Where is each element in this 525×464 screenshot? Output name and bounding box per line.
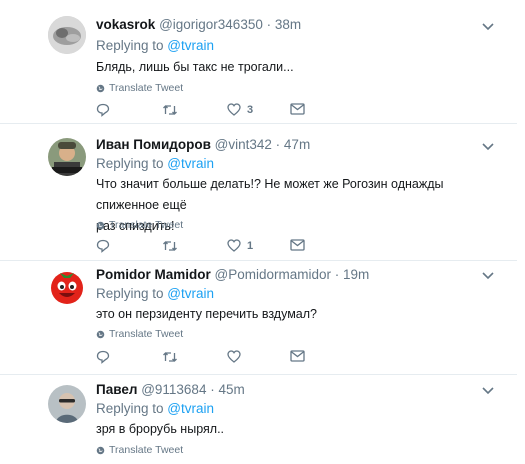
avatar[interactable] bbox=[48, 16, 86, 54]
retweet-icon bbox=[163, 105, 177, 115]
user-name[interactable]: Иван Помидоров bbox=[96, 137, 211, 152]
timestamp[interactable]: 19m bbox=[343, 267, 369, 282]
avatar-image bbox=[48, 267, 86, 305]
reply-icon bbox=[96, 103, 110, 117]
tweet[interactable]: Pomidor Mamidor @Pomidormamidor · 19m Re… bbox=[0, 261, 517, 375]
user-handle[interactable]: @Pomidormamidor bbox=[215, 267, 331, 282]
retweet-icon bbox=[163, 241, 177, 251]
tweet-feed: vokasrok @igorigor346350 · 38m Replying … bbox=[0, 0, 525, 464]
like-icon bbox=[227, 239, 241, 252]
chevron-down-icon[interactable] bbox=[481, 271, 495, 281]
user-handle[interactable]: @9113684 bbox=[141, 382, 206, 397]
replying-to: Replying to @tvrain bbox=[96, 156, 214, 171]
timestamp[interactable]: 45m bbox=[218, 382, 244, 397]
tweet-text-line: зря в брорубь нырял.. bbox=[96, 422, 225, 436]
separator: · bbox=[331, 267, 344, 282]
tweet-text: Блядь, лишь бы такс не трогали... bbox=[96, 57, 506, 78]
tweet-text-line: это он перзиденту перечить вздумал? bbox=[96, 307, 317, 321]
tweet[interactable]: Иван Помидоров @vint342 · 47m Replying t… bbox=[0, 124, 517, 261]
tweet-text-line: Что значит больше делать!? Не может же Р… bbox=[96, 177, 444, 212]
translate-label: Translate Tweet bbox=[109, 444, 184, 456]
avatar[interactable] bbox=[48, 138, 86, 176]
replying-to-label: Replying to bbox=[96, 38, 168, 53]
retweet-button[interactable] bbox=[162, 103, 178, 117]
translate-label: Translate Tweet bbox=[109, 82, 184, 94]
tweet-text: это он перзиденту перечить вздумал? bbox=[96, 304, 506, 325]
translate-tweet[interactable]: Translate Tweet bbox=[96, 219, 183, 231]
user-handle[interactable]: @vint342 bbox=[215, 137, 272, 152]
user-name[interactable]: Павел bbox=[96, 382, 137, 397]
separator: · bbox=[262, 17, 275, 32]
retweet-button[interactable] bbox=[162, 350, 178, 364]
separator: · bbox=[271, 137, 284, 152]
reply-button[interactable] bbox=[96, 103, 110, 117]
like-button[interactable]: 3 bbox=[227, 103, 253, 116]
chevron-down-icon[interactable] bbox=[481, 386, 495, 396]
tweet-text: зря в брорубь нырял.. bbox=[96, 419, 506, 440]
replying-to-label: Replying to bbox=[96, 401, 168, 416]
replying-to-label: Replying to bbox=[96, 286, 168, 301]
timestamp[interactable]: 38m bbox=[275, 17, 301, 32]
reply-button[interactable] bbox=[96, 350, 110, 364]
tweet[interactable]: Павел @9113684 · 45m Replying to @tvrain… bbox=[0, 375, 517, 464]
avatar-image bbox=[48, 138, 86, 176]
globe-icon bbox=[96, 84, 105, 92]
separator: · bbox=[206, 382, 219, 397]
user-name[interactable]: vokasrok bbox=[96, 17, 155, 32]
translate-tweet[interactable]: Translate Tweet bbox=[96, 328, 183, 340]
user-name[interactable]: Pomidor Mamidor bbox=[96, 267, 211, 282]
like-icon bbox=[227, 103, 241, 116]
message-icon bbox=[290, 239, 305, 251]
tweet-header: vokasrok @igorigor346350 · 38m bbox=[96, 17, 301, 32]
user-handle[interactable]: @igorigor346350 bbox=[159, 17, 263, 32]
globe-icon bbox=[96, 446, 105, 454]
avatar[interactable] bbox=[48, 267, 86, 305]
tweet-header: Pomidor Mamidor @Pomidormamidor · 19m bbox=[96, 267, 369, 282]
mention-link[interactable]: @tvrain bbox=[167, 156, 214, 171]
retweet-button[interactable] bbox=[162, 239, 178, 253]
chevron-down-icon[interactable] bbox=[481, 142, 495, 152]
message-button[interactable] bbox=[290, 350, 305, 362]
tweet-actions: 1 bbox=[96, 239, 336, 255]
reply-button[interactable] bbox=[96, 239, 110, 253]
mention-link[interactable]: @tvrain bbox=[167, 38, 214, 53]
replying-to: Replying to @tvrain bbox=[96, 286, 214, 301]
message-button[interactable] bbox=[290, 239, 305, 251]
translate-tweet[interactable]: Translate Tweet bbox=[96, 444, 183, 456]
avatar-image bbox=[48, 16, 86, 54]
replying-to: Replying to @tvrain bbox=[96, 38, 214, 53]
message-icon bbox=[290, 103, 305, 115]
translate-label: Translate Tweet bbox=[109, 219, 184, 231]
like-count: 1 bbox=[247, 239, 254, 252]
reply-icon bbox=[96, 239, 110, 253]
message-button[interactable] bbox=[290, 103, 305, 115]
tweet-actions bbox=[96, 350, 336, 366]
mention-link[interactable]: @tvrain bbox=[167, 286, 214, 301]
timestamp[interactable]: 47m bbox=[284, 137, 310, 152]
mention-link[interactable]: @tvrain bbox=[167, 401, 214, 416]
reply-icon bbox=[96, 350, 110, 364]
globe-icon bbox=[96, 221, 105, 229]
replying-to-label: Replying to bbox=[96, 156, 168, 171]
globe-icon bbox=[96, 330, 105, 338]
translate-tweet[interactable]: Translate Tweet bbox=[96, 82, 183, 94]
retweet-icon bbox=[163, 352, 177, 362]
replying-to: Replying to @tvrain bbox=[96, 401, 214, 416]
message-icon bbox=[290, 350, 305, 362]
chevron-down-icon[interactable] bbox=[481, 22, 495, 32]
like-button[interactable] bbox=[227, 350, 247, 363]
tweet-header: Павел @9113684 · 45m bbox=[96, 382, 245, 397]
tweet[interactable]: vokasrok @igorigor346350 · 38m Replying … bbox=[0, 0, 517, 124]
avatar[interactable] bbox=[48, 385, 86, 423]
tweet-header: Иван Помидоров @vint342 · 47m bbox=[96, 137, 310, 152]
like-icon bbox=[227, 350, 241, 363]
like-button[interactable]: 1 bbox=[227, 239, 253, 252]
translate-label: Translate Tweet bbox=[109, 328, 184, 340]
like-count: 3 bbox=[247, 103, 254, 116]
tweet-actions: 3 bbox=[96, 103, 336, 119]
avatar-image bbox=[48, 385, 86, 423]
tweet-text-line: Блядь, лишь бы такс не трогали... bbox=[96, 60, 294, 74]
